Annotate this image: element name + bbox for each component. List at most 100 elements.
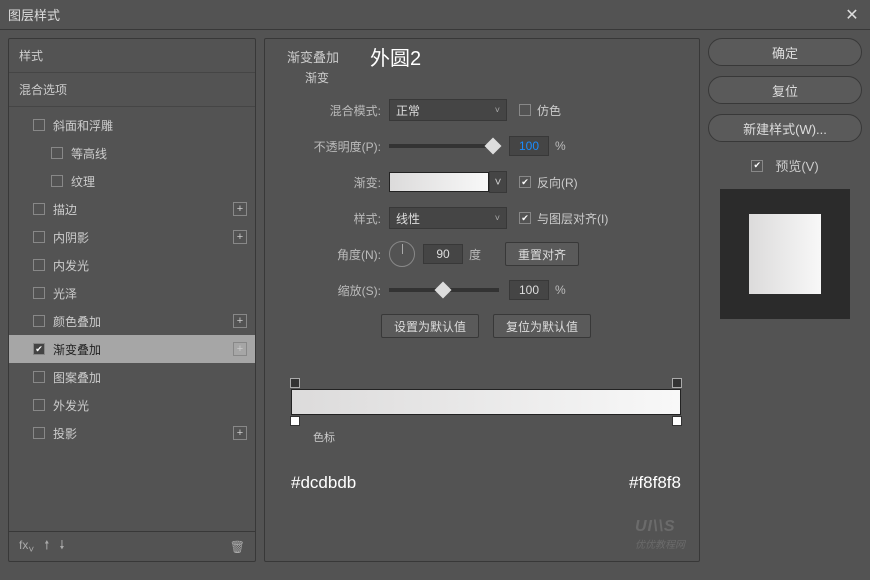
main: 样式 混合选项 斜面和浮雕等高线纹理描边 + 内阴影 + 内发光光泽颜色叠加 + ✔ 渐变叠加… [0, 30, 870, 570]
close-icon[interactable]: ✕ [842, 5, 862, 25]
arrow-down-icon[interactable]: 🠗 [59, 536, 64, 557]
style-item-7[interactable]: 颜色叠加 + [9, 307, 255, 335]
defaults-row: 设置为默认值 复位为默认值 [291, 313, 681, 339]
preview-swatch [749, 214, 821, 294]
gradient-label: 渐变: [291, 174, 381, 191]
watermark: UI\\S 优优教程网 [635, 518, 685, 551]
style-item-3[interactable]: 描边 + [9, 195, 255, 223]
style-checkbox[interactable] [33, 259, 45, 271]
opacity-value[interactable]: 100 [509, 136, 549, 156]
style-item-label: 纹理 [71, 173, 95, 190]
style-item-label: 内阴影 [53, 229, 89, 246]
scale-label: 缩放(S): [291, 282, 381, 299]
reverse-checkbox[interactable] [519, 176, 531, 188]
blend-mode-row: 混合模式: 正常˅ 仿色 [291, 97, 681, 123]
align-label: 与图层对齐(I) [537, 210, 608, 227]
align-checkbox[interactable] [519, 212, 531, 224]
reverse-label: 反向(R) [537, 174, 578, 191]
style-item-2[interactable]: 纹理 [9, 167, 255, 195]
style-item-9[interactable]: 图案叠加 [9, 363, 255, 391]
reset-default-button[interactable]: 复位为默认值 [493, 314, 591, 338]
style-item-label: 等高线 [71, 145, 107, 162]
style-item-10[interactable]: 外发光 [9, 391, 255, 419]
style-checkbox[interactable] [33, 371, 45, 383]
style-item-5[interactable]: 内发光 [9, 251, 255, 279]
style-checkbox[interactable]: ✔ [33, 343, 45, 355]
scale-row: 缩放(S): 100 % [291, 277, 681, 303]
angle-row: 角度(N): 90 度 重置对齐 [291, 241, 681, 267]
add-effect-icon[interactable]: + [233, 202, 247, 216]
preview-checkbox[interactable] [751, 160, 763, 172]
preview-box [720, 189, 850, 319]
scale-value[interactable]: 100 [509, 280, 549, 300]
add-effect-icon[interactable]: + [233, 314, 247, 328]
add-effect-icon[interactable]: + [233, 230, 247, 244]
style-item-0[interactable]: 斜面和浮雕 [9, 111, 255, 139]
blend-mode-select[interactable]: 正常˅ [389, 99, 507, 121]
style-list: 斜面和浮雕等高线纹理描边 + 内阴影 + 内发光光泽颜色叠加 + ✔ 渐变叠加 + 图案叠加外发光… [9, 107, 255, 531]
style-checkbox[interactable] [33, 119, 45, 131]
style-item-label: 渐变叠加 [53, 341, 101, 358]
style-select[interactable]: 线性˅ [389, 207, 507, 229]
angle-value[interactable]: 90 [423, 244, 463, 264]
style-item-6[interactable]: 光泽 [9, 279, 255, 307]
style-item-label: 图案叠加 [53, 369, 101, 386]
opacity-stop-left[interactable] [290, 378, 300, 388]
trash-icon[interactable]: 🗑 [230, 540, 245, 554]
style-checkbox[interactable] [33, 287, 45, 299]
style-checkbox[interactable] [33, 399, 45, 411]
annotation: 外圆2 [370, 42, 421, 71]
gradient-preview[interactable] [389, 172, 489, 192]
color-stop-right[interactable] [672, 416, 682, 426]
blend-options-header[interactable]: 混合选项 [9, 73, 255, 107]
gradient-bar[interactable] [291, 389, 681, 415]
style-checkbox[interactable] [33, 203, 45, 215]
color-stop-left[interactable] [290, 416, 300, 426]
set-default-button[interactable]: 设置为默认值 [381, 314, 479, 338]
style-checkbox[interactable] [33, 315, 45, 327]
style-checkbox[interactable] [51, 147, 63, 159]
style-item-label: 描边 [53, 201, 77, 218]
dither-label: 仿色 [537, 102, 561, 119]
style-item-label: 内发光 [53, 257, 89, 274]
color-right-label: #f8f8f8 [629, 473, 681, 493]
style-item-label: 颜色叠加 [53, 313, 101, 330]
style-checkbox[interactable] [33, 231, 45, 243]
style-label: 样式: [291, 210, 381, 227]
left-panel: 样式 混合选项 斜面和浮雕等高线纹理描边 + 内阴影 + 内发光光泽颜色叠加 + ✔ 渐变叠加… [8, 38, 256, 562]
reset-align-button[interactable]: 重置对齐 [505, 242, 579, 266]
gradient-dropdown-icon[interactable]: ˅ [489, 171, 507, 193]
dither-checkbox[interactable] [519, 104, 531, 116]
preview-row: 预览(V) [708, 156, 862, 175]
add-effect-icon[interactable]: + [233, 426, 247, 440]
angle-dial[interactable] [389, 241, 415, 267]
style-item-1[interactable]: 等高线 [9, 139, 255, 167]
reset-button[interactable]: 复位 [708, 76, 862, 104]
angle-label: 角度(N): [291, 246, 381, 263]
style-item-label: 光泽 [53, 285, 77, 302]
color-left-label: #dcdbdb [291, 473, 356, 493]
titlebar: 图层样式 ✕ [0, 0, 870, 30]
new-style-button[interactable]: 新建样式(W)... [708, 114, 862, 142]
ok-button[interactable]: 确定 [708, 38, 862, 66]
section-title: 渐变叠加 [287, 47, 339, 66]
style-item-8[interactable]: ✔ 渐变叠加 + [9, 335, 255, 363]
style-item-11[interactable]: 投影+ [9, 419, 255, 447]
right-panel: 确定 复位 新建样式(W)... 预览(V) [708, 38, 862, 562]
style-checkbox[interactable] [33, 427, 45, 439]
arrow-up-icon[interactable]: 🠕 [44, 536, 49, 557]
styles-header[interactable]: 样式 [9, 39, 255, 73]
style-item-label: 斜面和浮雕 [53, 117, 113, 134]
gradient-editor: 色标 #dcdbdb #f8f8f8 [291, 389, 681, 493]
preview-label: 预览(V) [775, 156, 818, 175]
opacity-stop-right[interactable] [672, 378, 682, 388]
blend-mode-label: 混合模式: [291, 102, 381, 119]
left-footer: fx˅ 🠕 🠗 🗑 [9, 531, 255, 561]
style-item-label: 外发光 [53, 397, 89, 414]
style-item-4[interactable]: 内阴影 + [9, 223, 255, 251]
style-checkbox[interactable] [51, 175, 63, 187]
add-effect-icon[interactable]: + [233, 342, 247, 356]
fx-label[interactable]: fx˅ [19, 538, 34, 555]
scale-slider[interactable] [389, 288, 499, 292]
opacity-slider[interactable] [389, 144, 499, 148]
